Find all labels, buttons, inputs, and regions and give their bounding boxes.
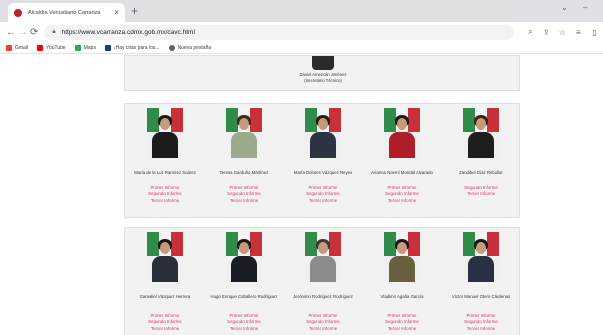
report-link[interactable]: Tercer Informe: [442, 191, 520, 197]
councilor-name: Vladimir Agaña García: [380, 294, 424, 299]
councilor-card: María Dolores Vázquez Reyes Primer Inform…: [284, 104, 362, 217]
councilor-card: Vladimir Agaña García Primer Informe Segun…: [363, 228, 441, 335]
councilor-name: Gamaliel Vázquez Herrera: [139, 294, 191, 299]
councilor-photo: [147, 232, 183, 282]
report-links: Primer Informe Segundo Informe Tercer Info…: [442, 313, 520, 332]
forward-arrow-icon[interactable]: →: [18, 27, 28, 38]
bookmark-label: Gmail: [15, 44, 29, 51]
report-links: Segundo Informe Tercer Informe: [442, 185, 520, 198]
bookmark-label: YouTube: [46, 44, 66, 51]
report-links: Primer Informe Segundo Informe Tercer Info…: [205, 313, 283, 332]
report-link[interactable]: Tercer Informe: [284, 326, 362, 332]
bookmark-label: ¡Hay citas para los...: [113, 44, 160, 51]
maps-icon: [74, 44, 81, 51]
report-link[interactable]: Tercer Informe: [126, 326, 204, 332]
url-text[interactable]: https://www.vcarranza.cdmx.gob.mx/cavc.h…: [62, 29, 507, 36]
bookmark-maps[interactable]: Maps: [74, 44, 96, 51]
councilor-name: Zandibel Díaz Rebollar: [459, 170, 503, 175]
report-link[interactable]: Tercer Informe: [205, 326, 283, 332]
councilor-card: Teresa Garduño Martínez Primer Informe Seg…: [205, 104, 283, 217]
share-icon[interactable]: ⇪: [538, 28, 554, 37]
councilor-name: Víctor Manuel Otero Cárdenas: [451, 294, 511, 299]
tab-title: Alcaldía Venustiano Carranza: [28, 9, 101, 16]
councilor-name: María Dolores Vázquez Reyes: [293, 170, 353, 175]
councilor-photo: [384, 108, 420, 158]
report-link[interactable]: Tercer Informe: [363, 326, 441, 332]
report-link[interactable]: Tercer Informe: [126, 198, 204, 204]
bookmark-star-icon[interactable]: ☆: [554, 28, 570, 37]
report-links: Primer Informe Segundo Informe Tercer Info…: [284, 313, 362, 332]
councilor-name: María de la Luz Ramírez Suárez: [134, 170, 196, 175]
page-content: Daniel Amezcán Jiménez (Secretario Técni…: [0, 55, 603, 335]
councilor-photo: [463, 232, 499, 282]
councilor-card: María de la Luz Ramírez Suárez Primer Inf…: [126, 104, 204, 217]
bookmark-gmail[interactable]: Gmail: [6, 44, 29, 51]
site-favicon-icon: [14, 8, 22, 17]
minimize-button[interactable]: –: [583, 3, 587, 12]
councilor-name: Teresa Garduño Martínez: [219, 170, 269, 175]
councilor-card: Gamaliel Vázquez Herrera Primer Informe Se…: [126, 228, 204, 335]
councilor-photo: [384, 232, 420, 282]
councilor-photo: [226, 108, 262, 158]
bookmark-new-tab[interactable]: Nueva pestaña: [168, 44, 212, 51]
back-arrow-icon[interactable]: ←: [6, 27, 16, 38]
bookmarks-bar: Gmail YouTube Maps ¡Hay citas para los..…: [0, 42, 603, 54]
new-tab-button[interactable]: +: [131, 4, 138, 18]
government-icon: [104, 44, 111, 51]
report-links: Primer Informe Segundo Informe Tercer Info…: [363, 313, 441, 332]
report-links: Primer Informe Segundo Informe Tercer Info…: [205, 185, 283, 204]
bookmark-label: Nueva pestaña: [177, 44, 212, 51]
youtube-icon: [37, 44, 44, 51]
lock-icon[interactable]: 🔒︎: [52, 29, 55, 36]
tab-strip: Alcaldía Venustiano Carranza × + ⌄ –: [0, 0, 603, 22]
councilor-name: Arianna Noemí Mondal Alvarado: [371, 170, 433, 175]
councilor-photo: [147, 108, 183, 158]
councilor-name: Jerónimo Rodríguez Rodríguez: [293, 294, 353, 299]
reload-icon[interactable]: ⟳: [30, 27, 38, 38]
active-tab[interactable]: Alcaldía Venustiano Carranza ×: [8, 3, 125, 22]
zoom-icon[interactable]: ⌕: [522, 27, 538, 37]
councilor-card: Hugo Enrique Caballero Rodríguez Primer I…: [205, 228, 283, 335]
councilor-photo: [305, 108, 341, 158]
councilor-card: Zandibel Díaz Rebollar Segundo Informe Ter…: [442, 104, 520, 217]
secretary-caption: Daniel Amezcán Jiménez (Secretario Técni…: [125, 72, 521, 84]
tab-close-icon[interactable]: ×: [114, 8, 119, 17]
report-link[interactable]: Tercer Informe: [205, 198, 283, 204]
councilor-photo: [226, 232, 262, 282]
councilors-row-2: Gamaliel Vázquez Herrera Primer Informe Se…: [124, 227, 520, 335]
councilor-photo: [305, 232, 341, 282]
bookmark-citas[interactable]: ¡Hay citas para los...: [104, 44, 160, 51]
bookmark-youtube[interactable]: YouTube: [37, 44, 66, 51]
report-link[interactable]: Tercer Informe: [284, 198, 362, 204]
report-link[interactable]: Tercer Informe: [363, 198, 441, 204]
councilors-row-1: María de la Luz Ramírez Suárez Primer Inf…: [124, 103, 520, 218]
address-bar[interactable]: 🔒︎ https://www.vcarranza.cdmx.gob.mx/cav…: [44, 24, 515, 40]
councilor-card: Víctor Manuel Otero Cárdenas Primer Infor…: [442, 228, 520, 335]
councilor-card: Arianna Noemí Mondal Alvarado Primer Info…: [363, 104, 441, 217]
browser-toolbar: ← → ⟳ 🔒︎ https://www.vcarranza.cdmx.gob.…: [0, 22, 603, 42]
report-links: Primer Informe Segundo Informe Tercer Info…: [126, 313, 204, 332]
tab-search-icon[interactable]: ⌄: [561, 3, 568, 12]
globe-icon: [168, 44, 175, 51]
gmail-icon: [6, 44, 12, 51]
side-panel-icon[interactable]: ▯: [586, 28, 602, 37]
reading-list-icon[interactable]: ≡: [570, 28, 586, 37]
secretary-panel: Daniel Amezcán Jiménez (Secretario Técni…: [124, 55, 520, 91]
councilor-name: Hugo Enrique Caballero Rodríguez: [210, 294, 278, 299]
councilor-photo: [463, 108, 499, 158]
councilor-card: Jerónimo Rodríguez Rodríguez Primer Infor…: [284, 228, 362, 335]
secretary-role: (Secretario Técnico): [304, 78, 342, 83]
bookmark-label: Maps: [83, 44, 96, 51]
report-link[interactable]: Tercer Informe: [442, 326, 520, 332]
report-links: Primer Informe Segundo Informe Tercer Info…: [126, 185, 204, 204]
secretary-photo: [312, 56, 334, 70]
report-links: Primer Informe Segundo Informe Tercer Info…: [363, 185, 441, 204]
report-links: Primer Informe Segundo Informe Tercer Info…: [284, 185, 362, 204]
